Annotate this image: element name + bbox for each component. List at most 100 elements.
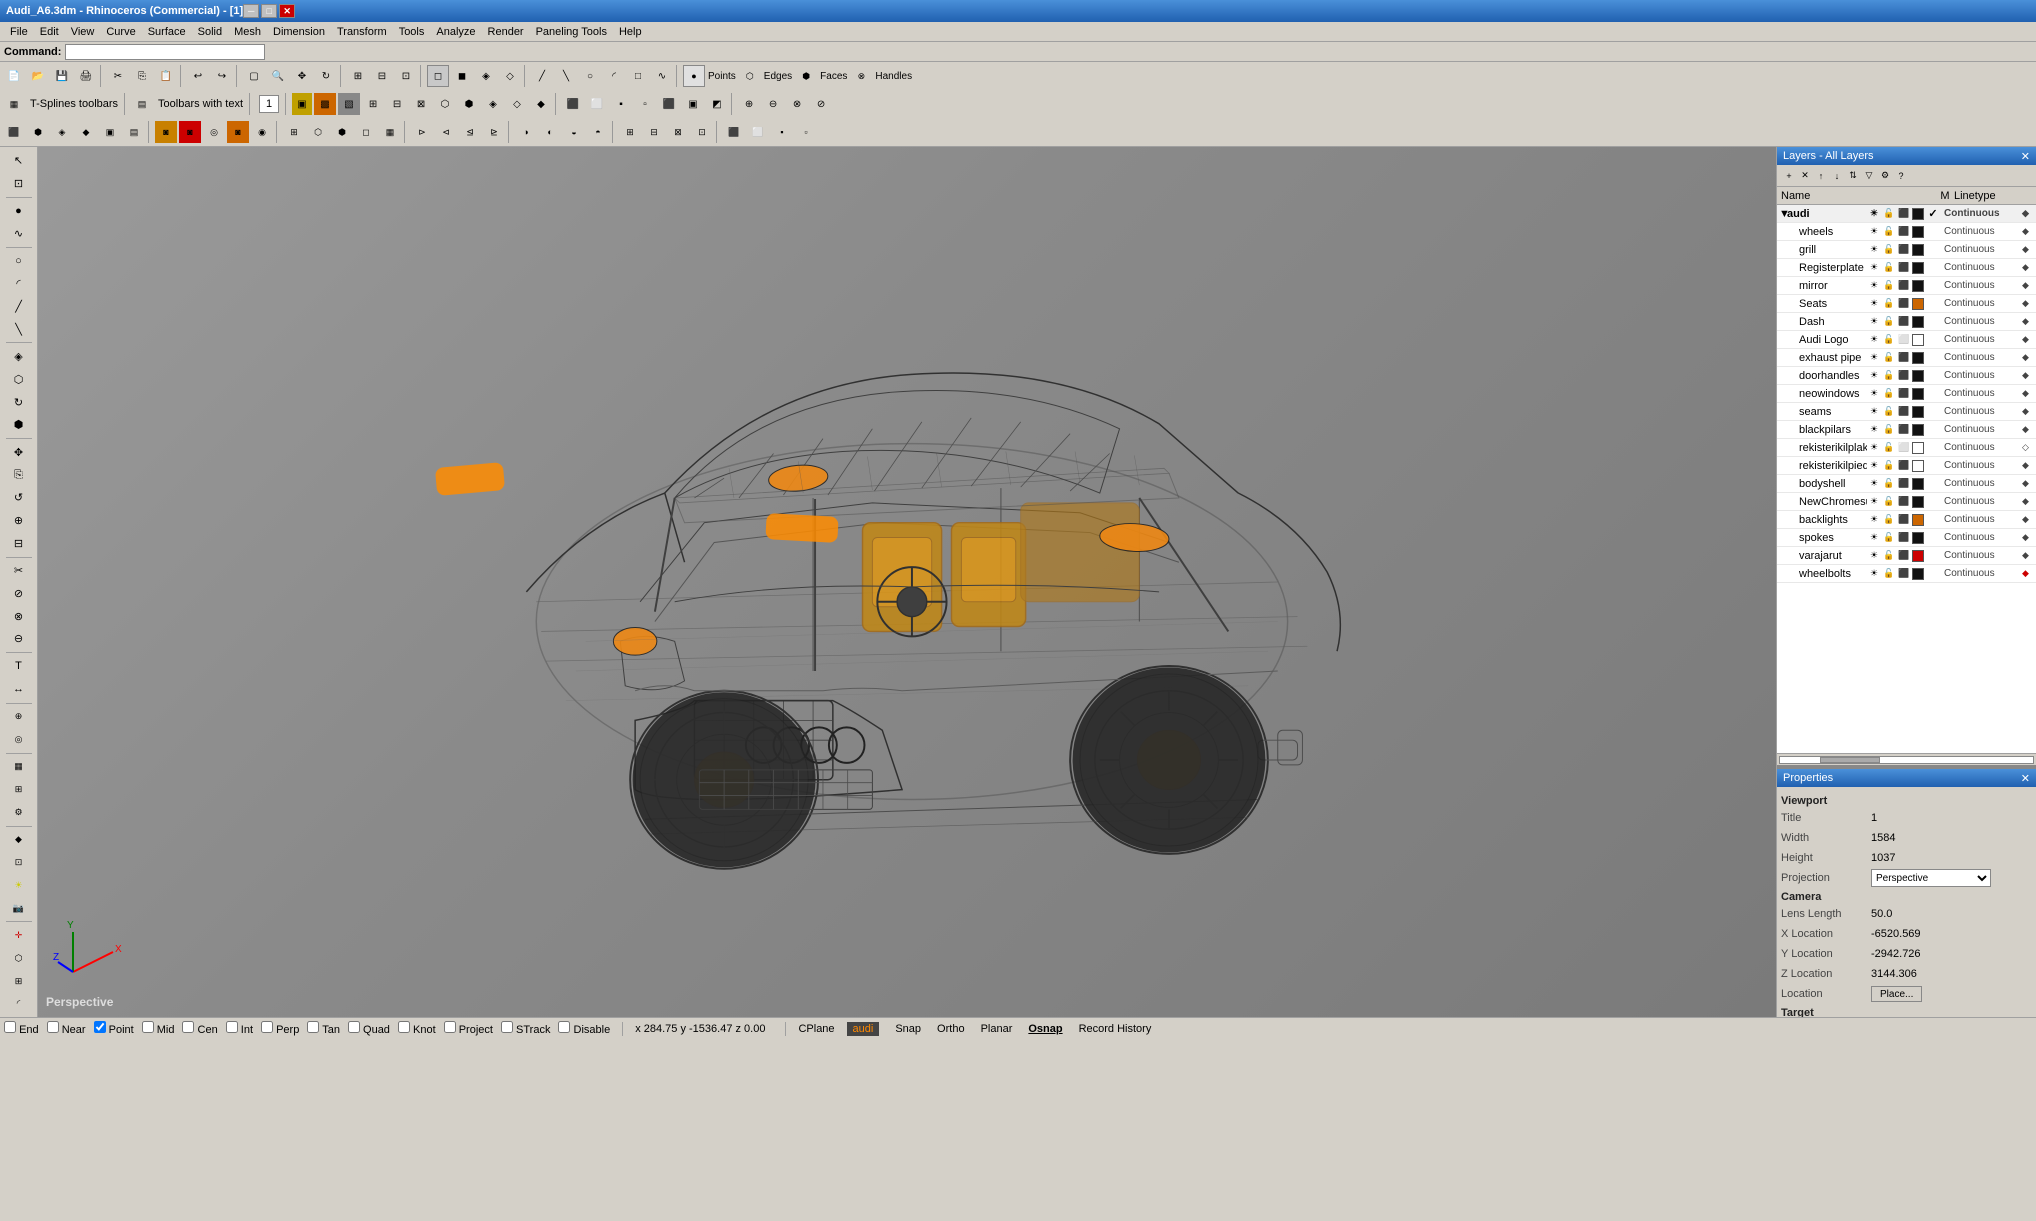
- tb2-b7[interactable]: ⬡: [434, 93, 456, 115]
- layer-vis-icon-newchrome[interactable]: ☀: [1867, 495, 1881, 509]
- title-bar-controls[interactable]: ─ □ ✕: [243, 4, 295, 18]
- tb3-b21[interactable]: ◑: [515, 121, 537, 143]
- layer-row-audi[interactable]: ▼ audi ☀ 🔓 ⬛ ✓ Continuous ◆: [1777, 205, 2036, 223]
- layer-lock-icon-wheels[interactable]: 🔓: [1882, 225, 1896, 239]
- layer-row-mirror[interactable]: mirror ☀ 🔓 ⬛ Continuous ◆: [1777, 277, 2036, 295]
- layer-lock-icon-seats[interactable]: 🔓: [1882, 297, 1896, 311]
- tb-rendered[interactable]: ◈: [475, 65, 497, 87]
- tb3-b7[interactable]: ◙: [155, 121, 177, 143]
- tb-save[interactable]: 💾: [51, 65, 73, 87]
- viewport-perspective[interactable]: X Y Z Perspective: [38, 147, 1776, 1017]
- tb3-b15[interactable]: ◻: [355, 121, 377, 143]
- status-disable-checkbox[interactable]: [558, 1021, 570, 1033]
- lt-curve[interactable]: ∿: [5, 223, 33, 244]
- layer-row-newchrome[interactable]: NewChromesurfaces ☀ 🔓 ⬛ Continuous ◆: [1777, 493, 2036, 511]
- layer-delete-btn[interactable]: ✕: [1797, 168, 1813, 184]
- lt-explode[interactable]: ⊖: [5, 629, 33, 650]
- tb-handles[interactable]: ⊗: [850, 65, 872, 87]
- lt-lights[interactable]: ☀: [5, 875, 33, 896]
- layer-new-btn[interactable]: +: [1781, 168, 1797, 184]
- tb-rotate[interactable]: ↻: [315, 65, 337, 87]
- status-strack-checkbox[interactable]: [501, 1021, 513, 1033]
- layer-vis-icon-registerplate[interactable]: ☀: [1867, 261, 1881, 275]
- layer-color-wheels[interactable]: [1912, 226, 1924, 238]
- menu-solid[interactable]: Solid: [192, 24, 228, 40]
- status-recordhistory[interactable]: Record History: [1075, 1022, 1156, 1036]
- tb3-b25[interactable]: ⊞: [619, 121, 641, 143]
- menu-paneling[interactable]: Paneling Tools: [530, 24, 613, 40]
- tb2-b4[interactable]: ⊞: [362, 93, 384, 115]
- command-input[interactable]: [65, 44, 265, 60]
- layer-print-icon-varajarut[interactable]: ⬛: [1897, 549, 1911, 563]
- layer-row-seams[interactable]: seams ☀ 🔓 ⬛ Continuous ◆: [1777, 403, 2036, 421]
- layer-row-exhaust[interactable]: exhaust pipe ☀ 🔓 ⬛ Continuous ◆: [1777, 349, 2036, 367]
- menu-curve[interactable]: Curve: [100, 24, 141, 40]
- layer-row-varajarut[interactable]: varajarut ☀ 🔓 ⬛ Continuous ◆: [1777, 547, 2036, 565]
- tb3-b1[interactable]: ⬛: [3, 121, 25, 143]
- layer-print-icon-audilogo[interactable]: ⬜: [1897, 333, 1911, 347]
- layer-color-varajarut[interactable]: [1912, 550, 1924, 562]
- tb-polyline[interactable]: ╲: [555, 65, 577, 87]
- tb-zoomextents[interactable]: ⊞: [347, 65, 369, 87]
- layer-color-wheelbolts[interactable]: [1912, 568, 1924, 580]
- layer-color-doorhandles[interactable]: [1912, 370, 1924, 382]
- layer-lock-icon-rekisterikilpiedesta[interactable]: 🔓: [1882, 459, 1896, 473]
- status-perp-checkbox[interactable]: [261, 1021, 273, 1033]
- lt-options[interactable]: ⚙: [5, 802, 33, 823]
- lt-cagedit[interactable]: ⬡: [5, 948, 33, 969]
- layer-color-dash[interactable]: [1912, 316, 1924, 328]
- properties-close-icon[interactable]: ✕: [2021, 772, 2030, 785]
- layer-row-blackpilars[interactable]: blackpilars ☀ 🔓 ⬛ Continuous ◆: [1777, 421, 2036, 439]
- lt-dimension[interactable]: ↔: [5, 679, 33, 700]
- tb3-b16[interactable]: ▦: [379, 121, 401, 143]
- tb-ghosted[interactable]: ◇: [499, 65, 521, 87]
- status-tan-checkbox[interactable]: [307, 1021, 319, 1033]
- lt-arc[interactable]: ◜: [5, 273, 33, 294]
- layer-print-icon-rekisterikilpiedesta[interactable]: ⬛: [1897, 459, 1911, 473]
- layer-print-icon-neowindows[interactable]: ⬛: [1897, 387, 1911, 401]
- lt-text[interactable]: T: [5, 656, 33, 677]
- tb3-b14[interactable]: ⬢: [331, 121, 353, 143]
- tb3-b10[interactable]: ◙: [227, 121, 249, 143]
- lt-layers[interactable]: ▦: [5, 757, 33, 778]
- status-knot-checkbox[interactable]: [398, 1021, 410, 1033]
- layer-color-mirror[interactable]: [1912, 280, 1924, 292]
- layer-print-icon-doorhandles[interactable]: ⬛: [1897, 369, 1911, 383]
- layer-lock-icon-audilogo[interactable]: 🔓: [1882, 333, 1896, 347]
- layer-row-grill[interactable]: grill ☀ 🔓 ⬛ Continuous ◆: [1777, 241, 2036, 259]
- tb2-b18[interactable]: ◩: [706, 93, 728, 115]
- layer-print-icon-wheelbolts[interactable]: ⬛: [1897, 567, 1911, 581]
- tb2-b10[interactable]: ◇: [506, 93, 528, 115]
- lt-scale[interactable]: ⊕: [5, 510, 33, 531]
- tb-paste[interactable]: 📋: [155, 65, 177, 87]
- menu-view[interactable]: View: [65, 24, 101, 40]
- tb-faces[interactable]: ⬢: [795, 65, 817, 87]
- tb2-b20[interactable]: ⊖: [762, 93, 784, 115]
- layer-color-spokes[interactable]: [1912, 532, 1924, 544]
- layer-vis-icon-seats[interactable]: ☀: [1867, 297, 1881, 311]
- menu-mesh[interactable]: Mesh: [228, 24, 267, 40]
- tb2-b2[interactable]: ▩: [314, 93, 336, 115]
- layer-lock-icon-mirror[interactable]: 🔓: [1882, 279, 1896, 293]
- layer-down-btn[interactable]: ↓: [1829, 168, 1845, 184]
- tb2-b22[interactable]: ⊘: [810, 93, 832, 115]
- layer-color-exhaust[interactable]: [1912, 352, 1924, 364]
- layer-lock-icon-newchrome[interactable]: 🔓: [1882, 495, 1896, 509]
- layer-vis-icon-varajarut[interactable]: ☀: [1867, 549, 1881, 563]
- layer-lock-icon-dash[interactable]: 🔓: [1882, 315, 1896, 329]
- tsplines-label[interactable]: T-Splines toolbars: [26, 98, 122, 110]
- status-int-checkbox[interactable]: [226, 1021, 238, 1033]
- layer-vis-icon-exhaust[interactable]: ☀: [1867, 351, 1881, 365]
- layer-vis-icon-grill[interactable]: ☀: [1867, 243, 1881, 257]
- layer-lock-icon-blackpilars[interactable]: 🔓: [1882, 423, 1896, 437]
- lt-mirror[interactable]: ⊟: [5, 533, 33, 554]
- layer-print-icon-exhaust[interactable]: ⬛: [1897, 351, 1911, 365]
- layer-sort-btn[interactable]: ⇅: [1845, 168, 1861, 184]
- layer-print-icon-wheels[interactable]: ⬛: [1897, 225, 1911, 239]
- tb3-b3[interactable]: ◈: [51, 121, 73, 143]
- layer-lock-icon-rekisterikilplakaa[interactable]: 🔓: [1882, 441, 1896, 455]
- layer-row-wheels[interactable]: wheels ☀ 🔓 ⬛ Continuous ◆: [1777, 223, 2036, 241]
- lt-surface[interactable]: ◈: [5, 346, 33, 367]
- tb3-b13[interactable]: ⬡: [307, 121, 329, 143]
- status-cen-checkbox[interactable]: [182, 1021, 194, 1033]
